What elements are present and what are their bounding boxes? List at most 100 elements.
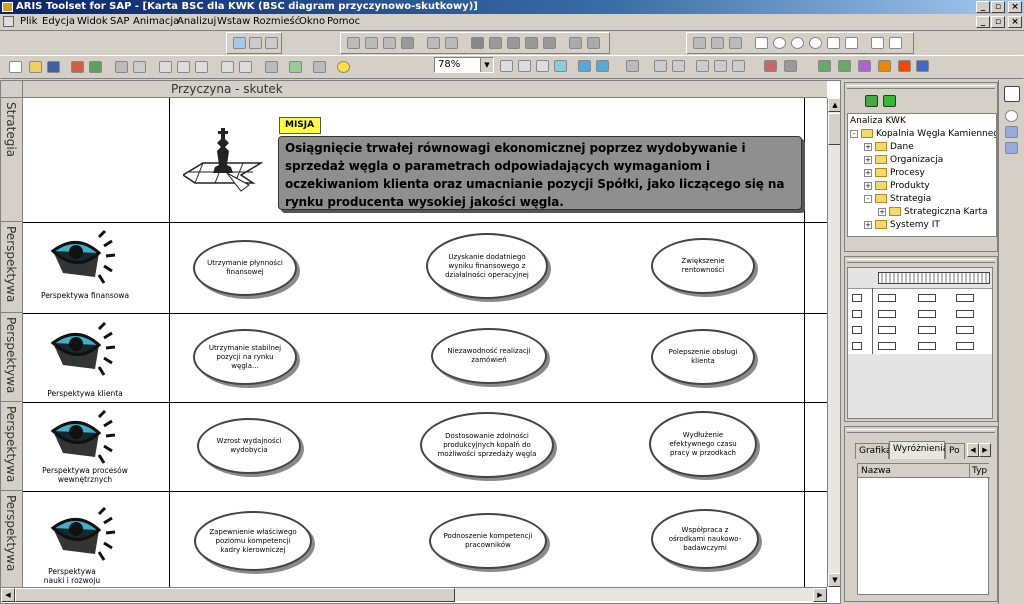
goal-node[interactable]: Współpraca z ośrodkami naukowo-badawczym… [651,509,759,569]
eye-icon[interactable] [49,321,119,381]
toolbar-button[interactable] [383,37,396,49]
horizontal-scrollbar[interactable]: ◀ ▶ [1,587,827,602]
cross-icon[interactable] [587,37,600,49]
redo-icon[interactable] [239,61,252,73]
new-icon[interactable] [9,61,22,73]
close-button[interactable]: × [1008,1,1022,13]
zoom-in-icon[interactable] [500,60,513,72]
stop-icon[interactable] [471,37,484,49]
tree-item[interactable]: + Procesy [864,167,925,180]
toolbar-button[interactable] [578,60,591,72]
toolbar-button[interactable] [427,37,440,49]
panel-grip[interactable] [847,259,995,263]
tab-po[interactable]: Po [945,443,965,459]
toolbar-button[interactable] [916,60,929,72]
circle-icon[interactable] [809,37,822,49]
open-icon[interactable] [29,61,42,73]
chess-king-icon[interactable] [183,125,263,195]
toolbar-button[interactable] [838,60,851,72]
eye-icon[interactable] [49,506,119,566]
text-icon[interactable] [871,37,884,49]
tool-icon[interactable] [1005,142,1018,154]
chevron-down-icon[interactable]: ▼ [480,58,493,72]
tree-item[interactable]: + Strategiczna Karta [878,206,988,219]
tab-grafika[interactable]: Grafika [855,443,891,459]
toolbar-button[interactable] [347,37,360,49]
object-view-icon[interactable] [883,95,896,107]
scroll-up-icon[interactable]: ▲ [828,98,840,112]
toolbar-button[interactable] [554,60,567,72]
tab-scroll-right-icon[interactable]: ▶ [979,443,991,457]
copy-icon[interactable] [177,61,190,73]
menu-analizuj[interactable]: Analizuj [177,16,216,28]
toolbar-button[interactable] [401,37,414,49]
play-icon[interactable] [525,37,538,49]
diagram-canvas[interactable]: Przyczyna - skutek Strategia Perspektywa… [0,80,841,604]
toolbar-button[interactable] [693,37,706,49]
eye-icon[interactable] [49,229,119,289]
toolbar-button[interactable] [365,37,378,49]
goal-node[interactable]: Utrzymanie stabilnej pozycji na rynku wę… [193,329,297,385]
restore-button[interactable]: ▫ [991,1,1005,13]
goal-node[interactable]: Podnoszenie kompetencji pracowników [429,513,547,569]
toolbar-button[interactable] [818,60,831,72]
goal-node[interactable]: Zwiększenie rentowności [651,238,755,294]
goal-node[interactable]: Utrzymanie płynności finansowej [193,240,297,296]
tree-item[interactable]: + Dane [864,141,914,154]
rectangle-icon[interactable] [755,37,768,49]
menu-okno[interactable]: Okno [299,16,325,28]
panel-grip[interactable] [847,429,995,433]
toolbar-button[interactable] [249,37,262,49]
menu-plik[interactable]: Plik [20,16,37,28]
toolbar-button[interactable] [878,60,891,72]
document-icon[interactable] [3,16,14,27]
pause-icon[interactable] [489,37,502,49]
menu-edycja[interactable]: Edycja [42,16,75,28]
toolbar-button[interactable] [596,60,609,72]
tab-scroll-left-icon[interactable]: ◀ [967,443,979,457]
vertical-scrollbar[interactable]: ▲ ▼ [827,98,840,587]
paste-icon[interactable] [195,61,208,73]
mission-text[interactable]: Osiągnięcie trwałej równowagi ekonomiczn… [278,136,802,210]
scroll-thumb[interactable] [15,588,455,602]
menu-sap[interactable]: SAP [110,16,129,28]
toolbar-button[interactable] [784,60,797,72]
doc-minimize-button[interactable]: _ [976,16,990,28]
toolbar-button[interactable] [711,37,724,49]
tree-item[interactable]: + Systemy IT [864,219,940,232]
panel-grip[interactable] [847,85,995,89]
toolbar-button[interactable] [764,60,777,72]
explorer-tree[interactable]: Analiza KWK - Kopalnia Węgla Kamiennego +… [847,113,997,237]
ellipse-icon[interactable] [773,37,786,49]
goal-node[interactable]: Dostosowanie zdolności produkcyjnych kop… [420,412,554,478]
toolbar-button[interactable] [265,61,278,73]
step-forward-icon[interactable] [543,37,556,49]
tool-icon[interactable] [1005,126,1018,138]
toolbar-button[interactable] [626,60,639,72]
toolbar-button[interactable] [289,61,302,73]
menu-rozmiesc[interactable]: Rozmieść [253,16,300,28]
column-header-nazwa[interactable]: Nazwa [858,464,970,478]
zoom-out-icon[interactable] [518,60,531,72]
menu-widok[interactable]: Widok [77,16,108,28]
toolbar-button[interactable] [898,60,911,72]
toolbar-button[interactable] [89,61,102,73]
minimize-button[interactable]: _ [976,1,990,13]
tree-item[interactable]: + Produkty [864,180,930,193]
doc-close-button[interactable]: × [1008,16,1022,28]
preview-icon[interactable] [133,61,146,73]
tree-item[interactable]: + Organizacja [864,154,943,167]
properties-list[interactable]: Nazwa Typ [857,463,990,595]
align-icon[interactable] [732,60,745,72]
check-icon[interactable] [569,37,582,49]
overview-frame[interactable] [878,272,990,284]
goal-node[interactable]: Wzrost wydajności wydobycia [197,418,301,474]
scroll-down-icon[interactable]: ▼ [828,573,840,587]
menu-animacja[interactable]: Animacja [133,16,179,28]
ellipse-icon[interactable] [791,37,804,49]
overview-canvas[interactable] [847,267,993,419]
menu-wstaw[interactable]: Wstaw [217,16,250,28]
toolbar-button[interactable] [858,60,871,72]
zoom-fit-icon[interactable] [536,60,549,72]
toolbar-button[interactable] [265,37,278,49]
